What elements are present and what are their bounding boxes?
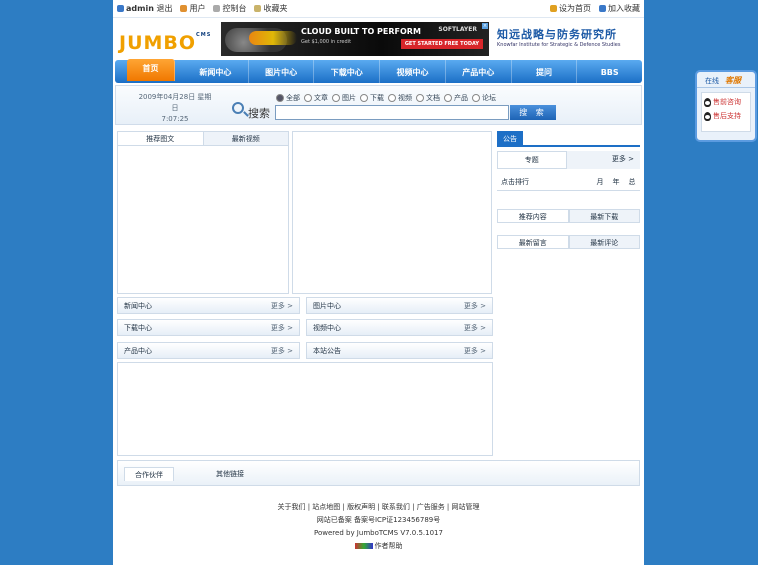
topic-row: 专题 更多 > [497,150,640,169]
presale-qq[interactable]: 售前咨询 [704,97,748,107]
user-link[interactable]: admin 退出 [117,3,172,14]
search-label: 搜索 [248,107,270,120]
support-qq[interactable]: 售后支持 [704,111,748,121]
set-homepage-link[interactable]: 设为首页 [550,3,591,14]
home-icon [550,5,557,12]
scope-radio[interactable]: 文章 [304,93,328,103]
tab-partners[interactable]: 合作伙伴 [124,467,174,481]
search-bar: 2009年04月28日 星期日 7:07:25 搜索 全部 文章 图片 下载 视频… [115,85,642,125]
footer-powered: Powered by JumboTCMS V7.0.5.1017 [314,529,443,537]
nav-products[interactable]: 产品中心 [446,60,512,83]
nav-news[interactable]: 新闻中心 [183,60,249,83]
flame-graphic [249,31,297,45]
partners-bar: 合作伙伴 其他链接 [117,460,640,486]
ad-subtitle: Get $1,000 in credit [301,39,352,45]
tab-topics[interactable]: 专题 [497,150,567,169]
tab-latest-download[interactable]: 最新下载 [568,209,640,222]
banner-ad[interactable]: CLOUD BUILT TO PERFORM Get $1,000 in cre… [221,22,489,56]
more-link[interactable]: 更多 > [271,320,293,336]
message-tabs: 最新留言 最新评论 [497,235,640,249]
tab-featured[interactable]: 推荐图文 [118,132,204,145]
search-button[interactable]: 搜 索 [510,105,556,120]
rank-month[interactable]: 月 [592,177,608,187]
search-input[interactable] [275,105,509,120]
more-link[interactable]: 更多 > [464,320,486,336]
header: JUMBOCMS CLOUD BUILT TO PERFORM Get $1,0… [113,18,644,60]
headline-panel [292,131,492,294]
rank-row: 点击排行 月 年 总 [497,173,640,191]
nav-videos[interactable]: 视频中心 [380,60,446,83]
nav-questions[interactable]: 提问 [512,60,578,83]
module-news: 新闻中心 更多 > [117,297,300,314]
nav-pictures[interactable]: 图片中心 [249,60,315,83]
more-link[interactable]: 更多 > [566,150,640,169]
tab-latest-comment[interactable]: 最新评论 [568,235,640,248]
main-nav: 首页 新闻中心 图片中心 下载中心 视频中心 产品中心 提问 BBS [115,58,642,83]
more-link[interactable]: 更多 > [464,298,486,314]
tab-latest-message[interactable]: 最新留言 [497,235,569,248]
footer-badge[interactable]: 作者帮助 [113,540,644,553]
ad-close-icon[interactable]: × [482,23,488,29]
module-products: 产品中心 更多 > [117,342,300,359]
tab-other-links[interactable]: 其他链接 [206,467,254,481]
console-icon [213,5,221,12]
ad-button[interactable]: GET STARTED FREE TODAY [400,39,483,49]
top-bar: admin 退出 用户 控制台 收藏夹 设为首页 加入收藏 [113,0,644,18]
user-icon [117,5,124,12]
recommend-tabs: 推荐内容 最新下载 [497,209,640,223]
notice-header: 公告 [497,131,640,147]
footer: 关于我们 | 站点地图 | 版权声明 | 联系我们 | 广告服务 | 网站管理 … [113,501,644,553]
online-service-widget: 在线 客服 售前咨询 售后支持 [695,70,757,142]
module-pictures: 图片中心 更多 > [306,297,493,314]
right-column: 公告 专题 更多 > 点击排行 月 年 总 推荐内容 最新下载 最新留言 最新评… [497,131,640,249]
more-link[interactable]: 更多 > [271,298,293,314]
footer-icp: 网站已备案 备案号ICP证123456789号 [316,516,441,524]
search-icon [232,102,244,114]
nav-bbs[interactable]: BBS [577,60,642,83]
more-link[interactable]: 更多 > [464,343,486,359]
rank-year[interactable]: 年 [608,177,624,187]
scope-radio[interactable]: 图片 [332,93,356,103]
favorite-icon [254,5,262,12]
scope-radio[interactable]: 产品 [444,93,468,103]
topbar-item[interactable]: 用户 [180,3,205,14]
rank-total[interactable]: 总 [624,177,640,187]
date-display: 2009年04月28日 星期日 7:07:25 [138,93,212,123]
topbar-item[interactable]: 收藏夹 [254,3,287,14]
content-area [117,362,493,456]
module-videos: 视频中心 更多 > [306,319,493,336]
nav-home[interactable]: 首页 [127,58,175,81]
badge-icon [354,543,373,549]
scope-radio[interactable]: 视频 [388,93,412,103]
scope-radio[interactable]: 文档 [416,93,440,103]
search-scope-options: 全部 文章 图片 下载 视频 文档 产品 论坛 [276,93,496,103]
topbar-item[interactable]: 控制台 [213,3,246,14]
scope-radio[interactable]: 论坛 [472,93,496,103]
tab-recommend[interactable]: 推荐内容 [497,209,569,222]
footer-links[interactable]: 关于我们 | 站点地图 | 版权声明 | 联系我们 | 广告服务 | 网站管理 [113,501,644,514]
ad-title: CLOUD BUILT TO PERFORM [301,27,421,36]
slogan: 知远战略与防务研究所 Knowfar Institute for Strateg… [497,28,621,48]
more-link[interactable]: 更多 > [271,343,293,359]
module-notices: 本站公告 更多 > [306,342,493,359]
ad-logo: SOFTLAYER [438,26,477,33]
module-downloads: 下载中心 更多 > [117,319,300,336]
star-icon [599,5,606,12]
site-logo[interactable]: JUMBOCMS [119,32,211,54]
qq-icon [704,111,711,121]
person-icon [180,5,188,12]
qq-icon [704,97,711,107]
nav-downloads[interactable]: 下载中心 [314,60,381,83]
tab-latest-video[interactable]: 最新视频 [204,132,289,145]
featured-panel: 推荐图文 最新视频 [117,131,289,294]
scope-radio[interactable]: 下载 [360,93,384,103]
scope-radio[interactable]: 全部 [276,93,300,103]
add-favorite-link[interactable]: 加入收藏 [599,3,640,14]
page: admin 退出 用户 控制台 收藏夹 设为首页 加入收藏 JUMBOCMS C… [113,0,644,565]
